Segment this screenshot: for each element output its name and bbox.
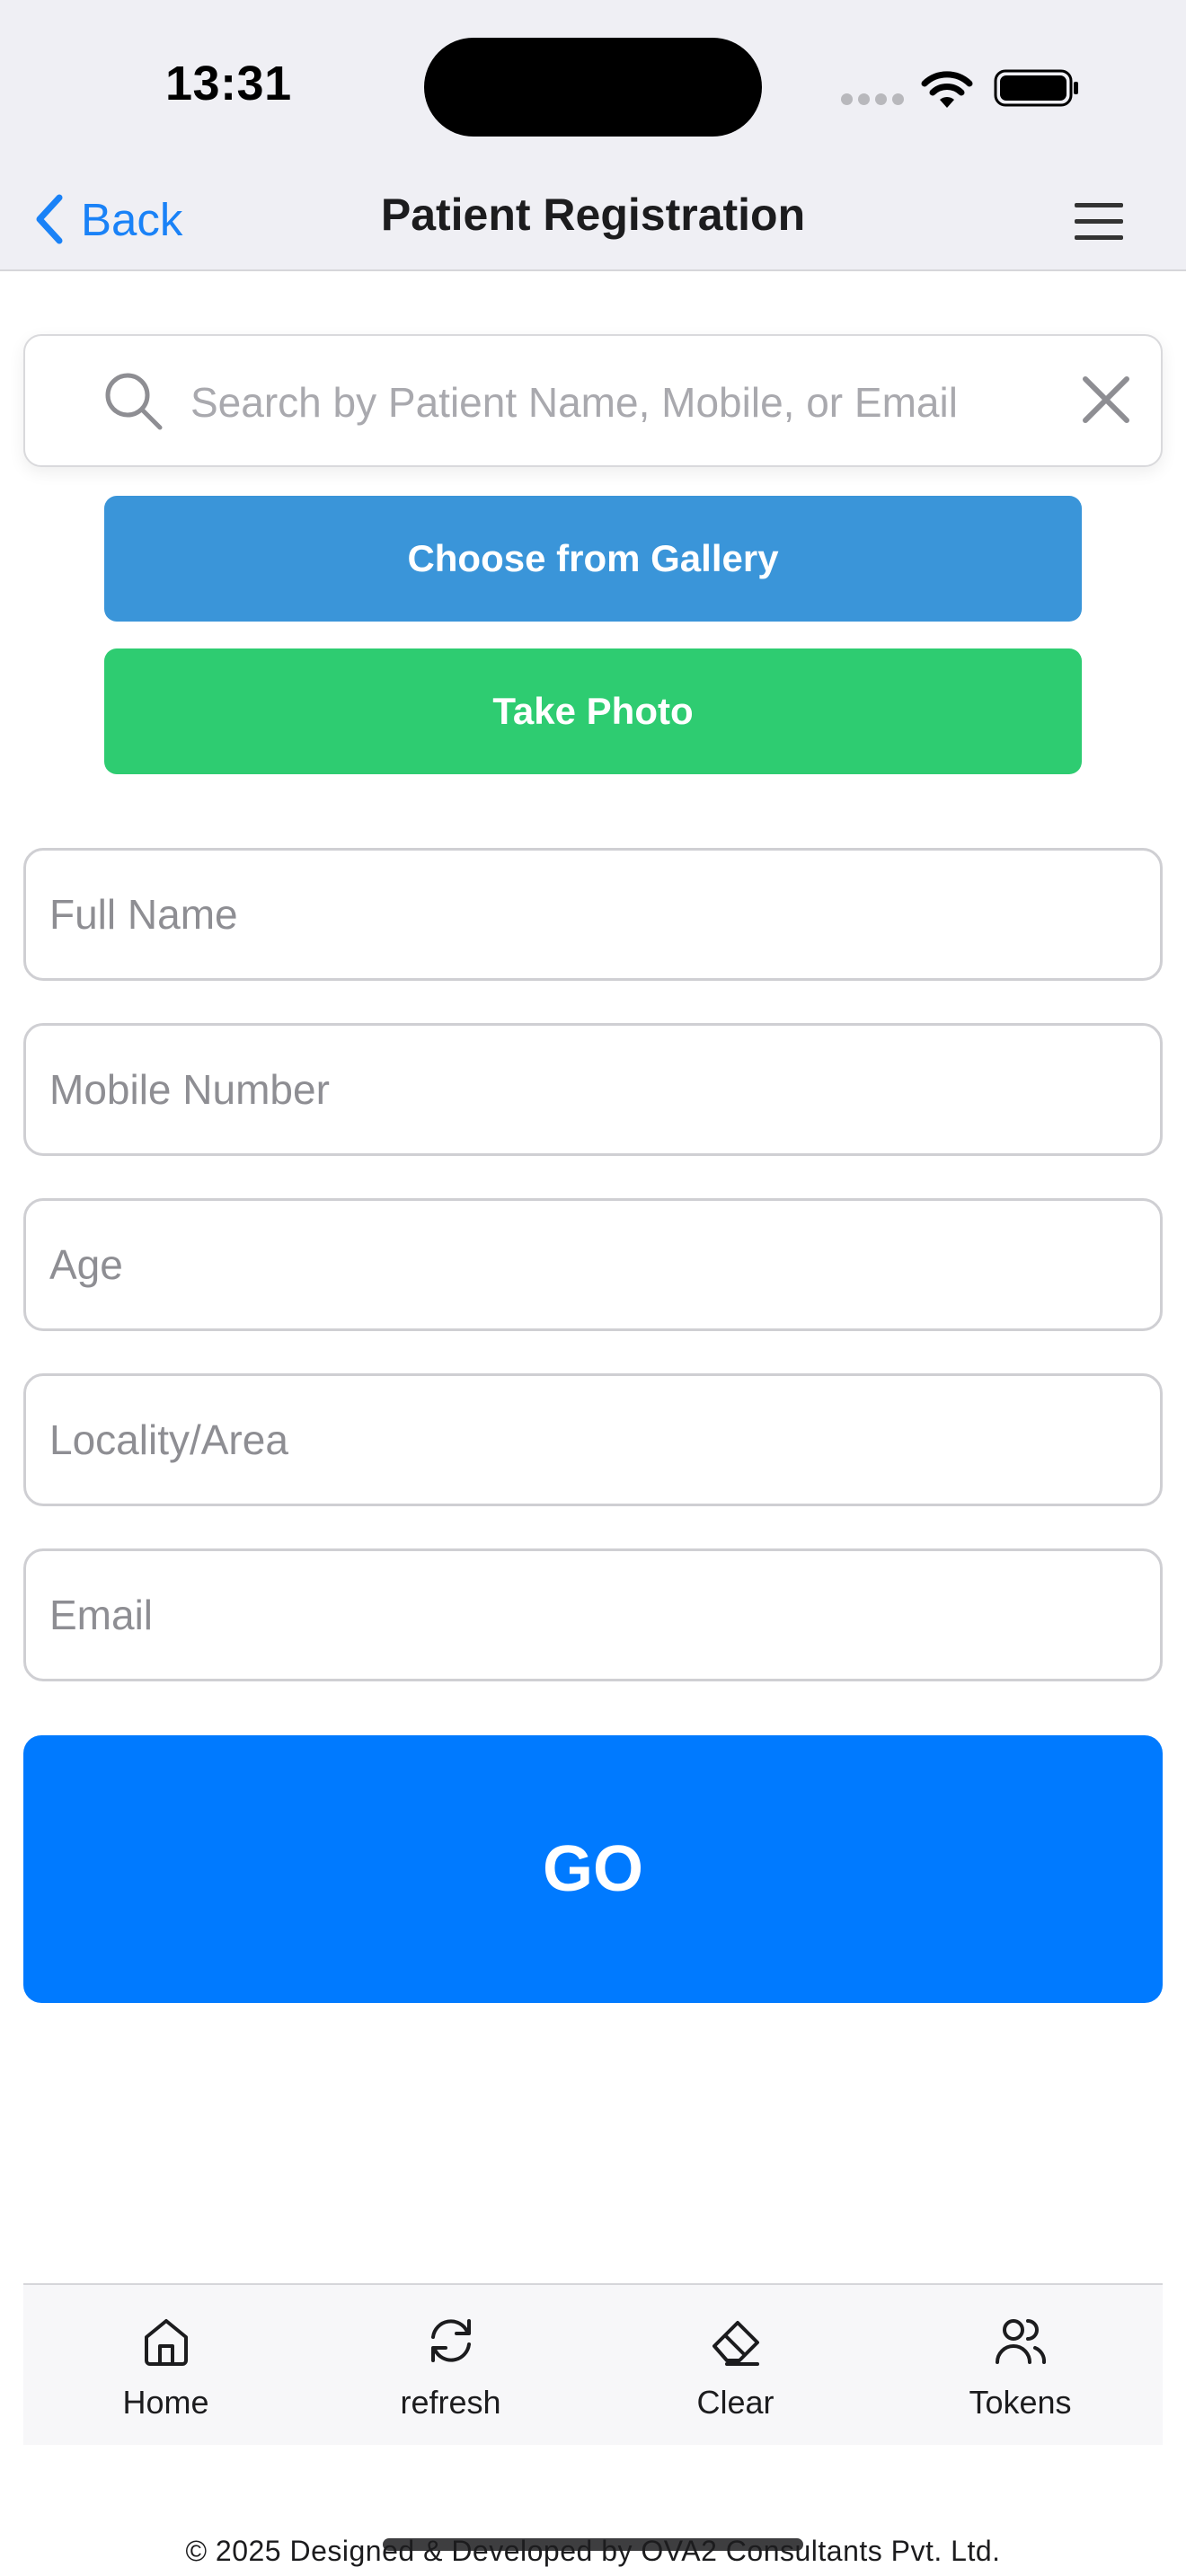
tab-clear[interactable]: Clear — [593, 2285, 878, 2445]
email-input[interactable] — [49, 1551, 1128, 1679]
refresh-icon — [430, 2319, 471, 2362]
mobile-number-input[interactable] — [49, 1026, 1128, 1153]
bottom-tab-bar: Home refresh Clear Tokens — [23, 2283, 1163, 2445]
tab-label: Tokens — [969, 2384, 1072, 2421]
status-bar: 13:31 — [0, 0, 1186, 171]
full-name-input[interactable] — [49, 851, 1128, 978]
clear-search-icon[interactable] — [1078, 372, 1134, 428]
tab-label: Clear — [696, 2384, 774, 2421]
locality-field — [23, 1373, 1163, 1506]
mobile-number-field — [23, 1023, 1163, 1156]
tab-label: refresh — [400, 2384, 501, 2421]
patient-search-bar — [23, 334, 1163, 467]
hamburger-line — [1075, 235, 1123, 240]
choose-from-gallery-button[interactable]: Choose from Gallery — [104, 496, 1082, 622]
search-input[interactable] — [190, 357, 1035, 447]
status-time: 13:31 — [165, 57, 292, 110]
wifi-icon — [921, 71, 973, 108]
go-button[interactable]: GO — [23, 1735, 1163, 2003]
tab-home[interactable]: Home — [23, 2285, 308, 2445]
hamburger-menu-icon — [1075, 203, 1123, 207]
locality-input[interactable] — [49, 1376, 1128, 1504]
cellular-signal-icon — [841, 93, 904, 106]
tab-label: Home — [122, 2384, 209, 2421]
email-field — [23, 1548, 1163, 1681]
search-icon — [105, 373, 163, 430]
patient-registration-screen: 13:31 Back Patient Registration Search b… — [0, 0, 1186, 2576]
hamburger-line — [1075, 219, 1123, 224]
menu-button[interactable] — [1071, 198, 1127, 246]
home-icon — [144, 2319, 188, 2366]
eraser-icon — [712, 2321, 759, 2366]
age-input[interactable] — [49, 1201, 1128, 1328]
take-photo-button[interactable]: Take Photo — [104, 648, 1082, 774]
users-icon — [995, 2319, 1046, 2364]
navigation-bar: Back Patient Registration — [0, 171, 1186, 271]
tab-tokens[interactable]: Tokens — [878, 2285, 1163, 2445]
battery-icon — [994, 69, 1078, 107]
page-title: Patient Registration — [380, 190, 806, 240]
tab-refresh[interactable]: refresh — [308, 2285, 593, 2445]
full-name-field — [23, 848, 1163, 981]
dynamic-island — [424, 38, 762, 137]
home-indicator[interactable] — [383, 2538, 803, 2551]
age-field — [23, 1198, 1163, 1331]
